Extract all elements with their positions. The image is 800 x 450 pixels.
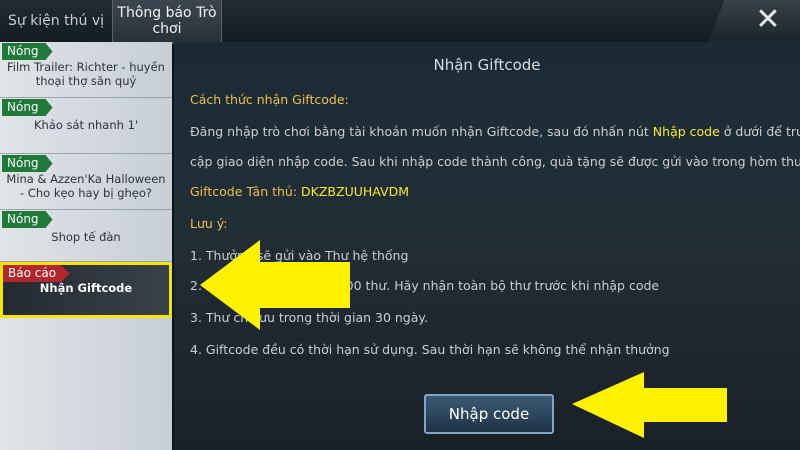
tab-announcements-label: Thông báo Trò chơi xyxy=(117,5,217,37)
sidebar-item-survey[interactable]: Nóng Khảo sát nhanh 1' xyxy=(0,98,172,154)
tab-events-label: Sự kiện thú vị xyxy=(7,13,104,29)
hot-badge: Nóng xyxy=(2,155,53,172)
sidebar-item-shop[interactable]: Nóng Shop tế đàn xyxy=(0,210,172,262)
note-heading: Lưu ý: xyxy=(190,216,228,231)
top-tab-bar: Sự kiện thú vị Thông báo Trò chơi ✕ xyxy=(0,0,800,44)
hot-badge: Nóng xyxy=(2,99,53,116)
close-icon[interactable]: ✕ xyxy=(750,2,786,38)
description-line-2: cập giao diện nhập code. Sau khi nhập co… xyxy=(190,154,800,169)
sidebar-item-label: Mina & Azzen'Ka Halloween - Cho kẹo hay … xyxy=(6,172,166,200)
giftcode-label: Giftcode Tân thủ: xyxy=(190,184,298,199)
description-text-end: ở dưới để truy xyxy=(723,124,800,139)
arrow-left-icon xyxy=(572,372,727,438)
content-title: Nhận Giftcode xyxy=(433,56,541,74)
sidebar-item-halloween[interactable]: Nóng Mina & Azzen'Ka Halloween - Cho kẹo… xyxy=(0,154,172,210)
howto-heading: Cách thức nhận Giftcode: xyxy=(190,92,349,107)
hot-badge: Nóng xyxy=(2,211,53,228)
sidebar-item-giftcode[interactable]: Báo cáo Nhận Giftcode xyxy=(0,262,172,318)
note-item: 4. Giftcode đều có thời hạn sử dụng. Sau… xyxy=(190,342,670,357)
tab-events[interactable]: Sự kiện thú vị xyxy=(0,0,112,42)
description-text: Đăng nhập trò chơi bằng tài khoản muốn n… xyxy=(190,124,649,139)
sidebar-item-label: Nhận Giftcode xyxy=(39,281,133,295)
sidebar-item-label: Shop tế đàn xyxy=(51,230,121,244)
giftcode-line: Giftcode Tân thủ: DKZBZUUHAVDM xyxy=(190,184,409,199)
giftcode-value: DKZBZUUHAVDM xyxy=(301,184,409,199)
sidebar-item-label: Khảo sát nhanh 1' xyxy=(33,118,139,132)
tab-game-announcements[interactable]: Thông báo Trò chơi xyxy=(112,0,222,42)
report-badge: Báo cáo xyxy=(3,265,71,282)
arrow-left-icon xyxy=(200,240,350,330)
enter-code-button[interactable]: Nhập code xyxy=(424,394,554,434)
sidebar-item-label: Film Trailer: Richter - huyền thoại thợ … xyxy=(7,60,165,88)
announcement-sidebar: Nóng Film Trailer: Richter - huyền thoại… xyxy=(0,42,172,450)
hot-badge: Nóng xyxy=(2,43,53,60)
enter-code-highlight: Nhập code xyxy=(652,124,720,139)
description-line-1: Đăng nhập trò chơi bằng tài khoản muốn n… xyxy=(190,124,800,139)
sidebar-item-film-trailer[interactable]: Nóng Film Trailer: Richter - huyền thoại… xyxy=(0,42,172,98)
